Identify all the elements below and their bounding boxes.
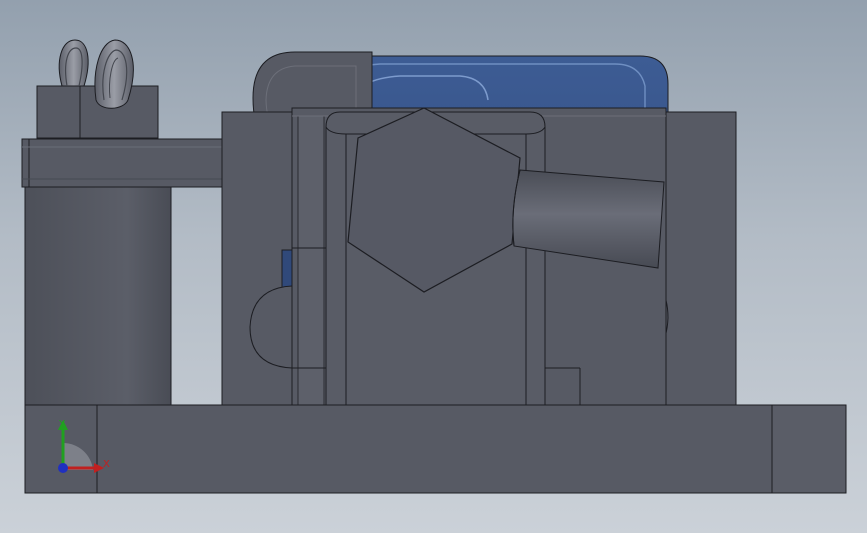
left-cylinder[interactable] — [24, 183, 172, 407]
base-plate[interactable] — [24, 404, 847, 494]
y-axis-label: Y — [58, 419, 66, 430]
cad-model-view[interactable]: Y X — [0, 0, 867, 533]
x-axis-label: X — [103, 459, 110, 470]
cad-viewport[interactable]: Y X — [0, 0, 867, 533]
horizontal-arm[interactable] — [21, 138, 227, 188]
z-axis-dot — [58, 463, 68, 473]
